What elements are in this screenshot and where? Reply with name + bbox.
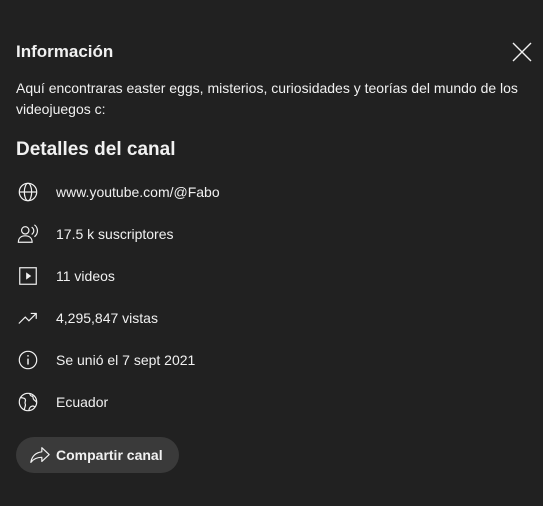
view-count: 4,295,847 vistas xyxy=(56,310,158,326)
share-channel-button[interactable]: Compartir canal xyxy=(16,437,179,473)
dialog-title: Información xyxy=(16,42,114,61)
share-icon xyxy=(28,443,52,467)
country: Ecuador xyxy=(56,394,109,410)
video-icon xyxy=(16,264,40,288)
close-icon xyxy=(511,41,533,63)
subscribers-icon xyxy=(16,222,40,246)
detail-row-joined: Se unió el 7 sept 2021 xyxy=(16,348,195,372)
channel-description: Aquí encontraras easter eggs, misterios,… xyxy=(16,80,518,117)
close-button[interactable] xyxy=(508,38,536,66)
subscriber-count: 17.5 k suscriptores xyxy=(56,226,174,242)
share-channel-label: Compartir canal xyxy=(56,447,163,463)
detail-row-subscribers: 17.5 k suscriptores xyxy=(16,222,174,246)
detail-row-views: 4,295,847 vistas xyxy=(16,306,158,330)
detail-row-link: www.youtube.com/@Fabo xyxy=(16,180,220,204)
about-dialog: Información Aquí encontraras easter eggs… xyxy=(0,0,543,506)
video-count: 11 videos xyxy=(56,268,115,284)
detail-row-country: Ecuador xyxy=(16,390,108,414)
join-date: Se unió el 7 sept 2021 xyxy=(56,352,196,368)
channel-link[interactable]: www.youtube.com/@Fabo xyxy=(56,182,220,202)
globe-icon xyxy=(16,180,40,204)
info-icon xyxy=(16,348,40,372)
location-globe-icon xyxy=(16,390,40,414)
trending-icon xyxy=(16,306,40,330)
channel-details-title: Detalles del canal xyxy=(16,139,176,160)
detail-row-videos: 11 videos xyxy=(16,264,115,288)
